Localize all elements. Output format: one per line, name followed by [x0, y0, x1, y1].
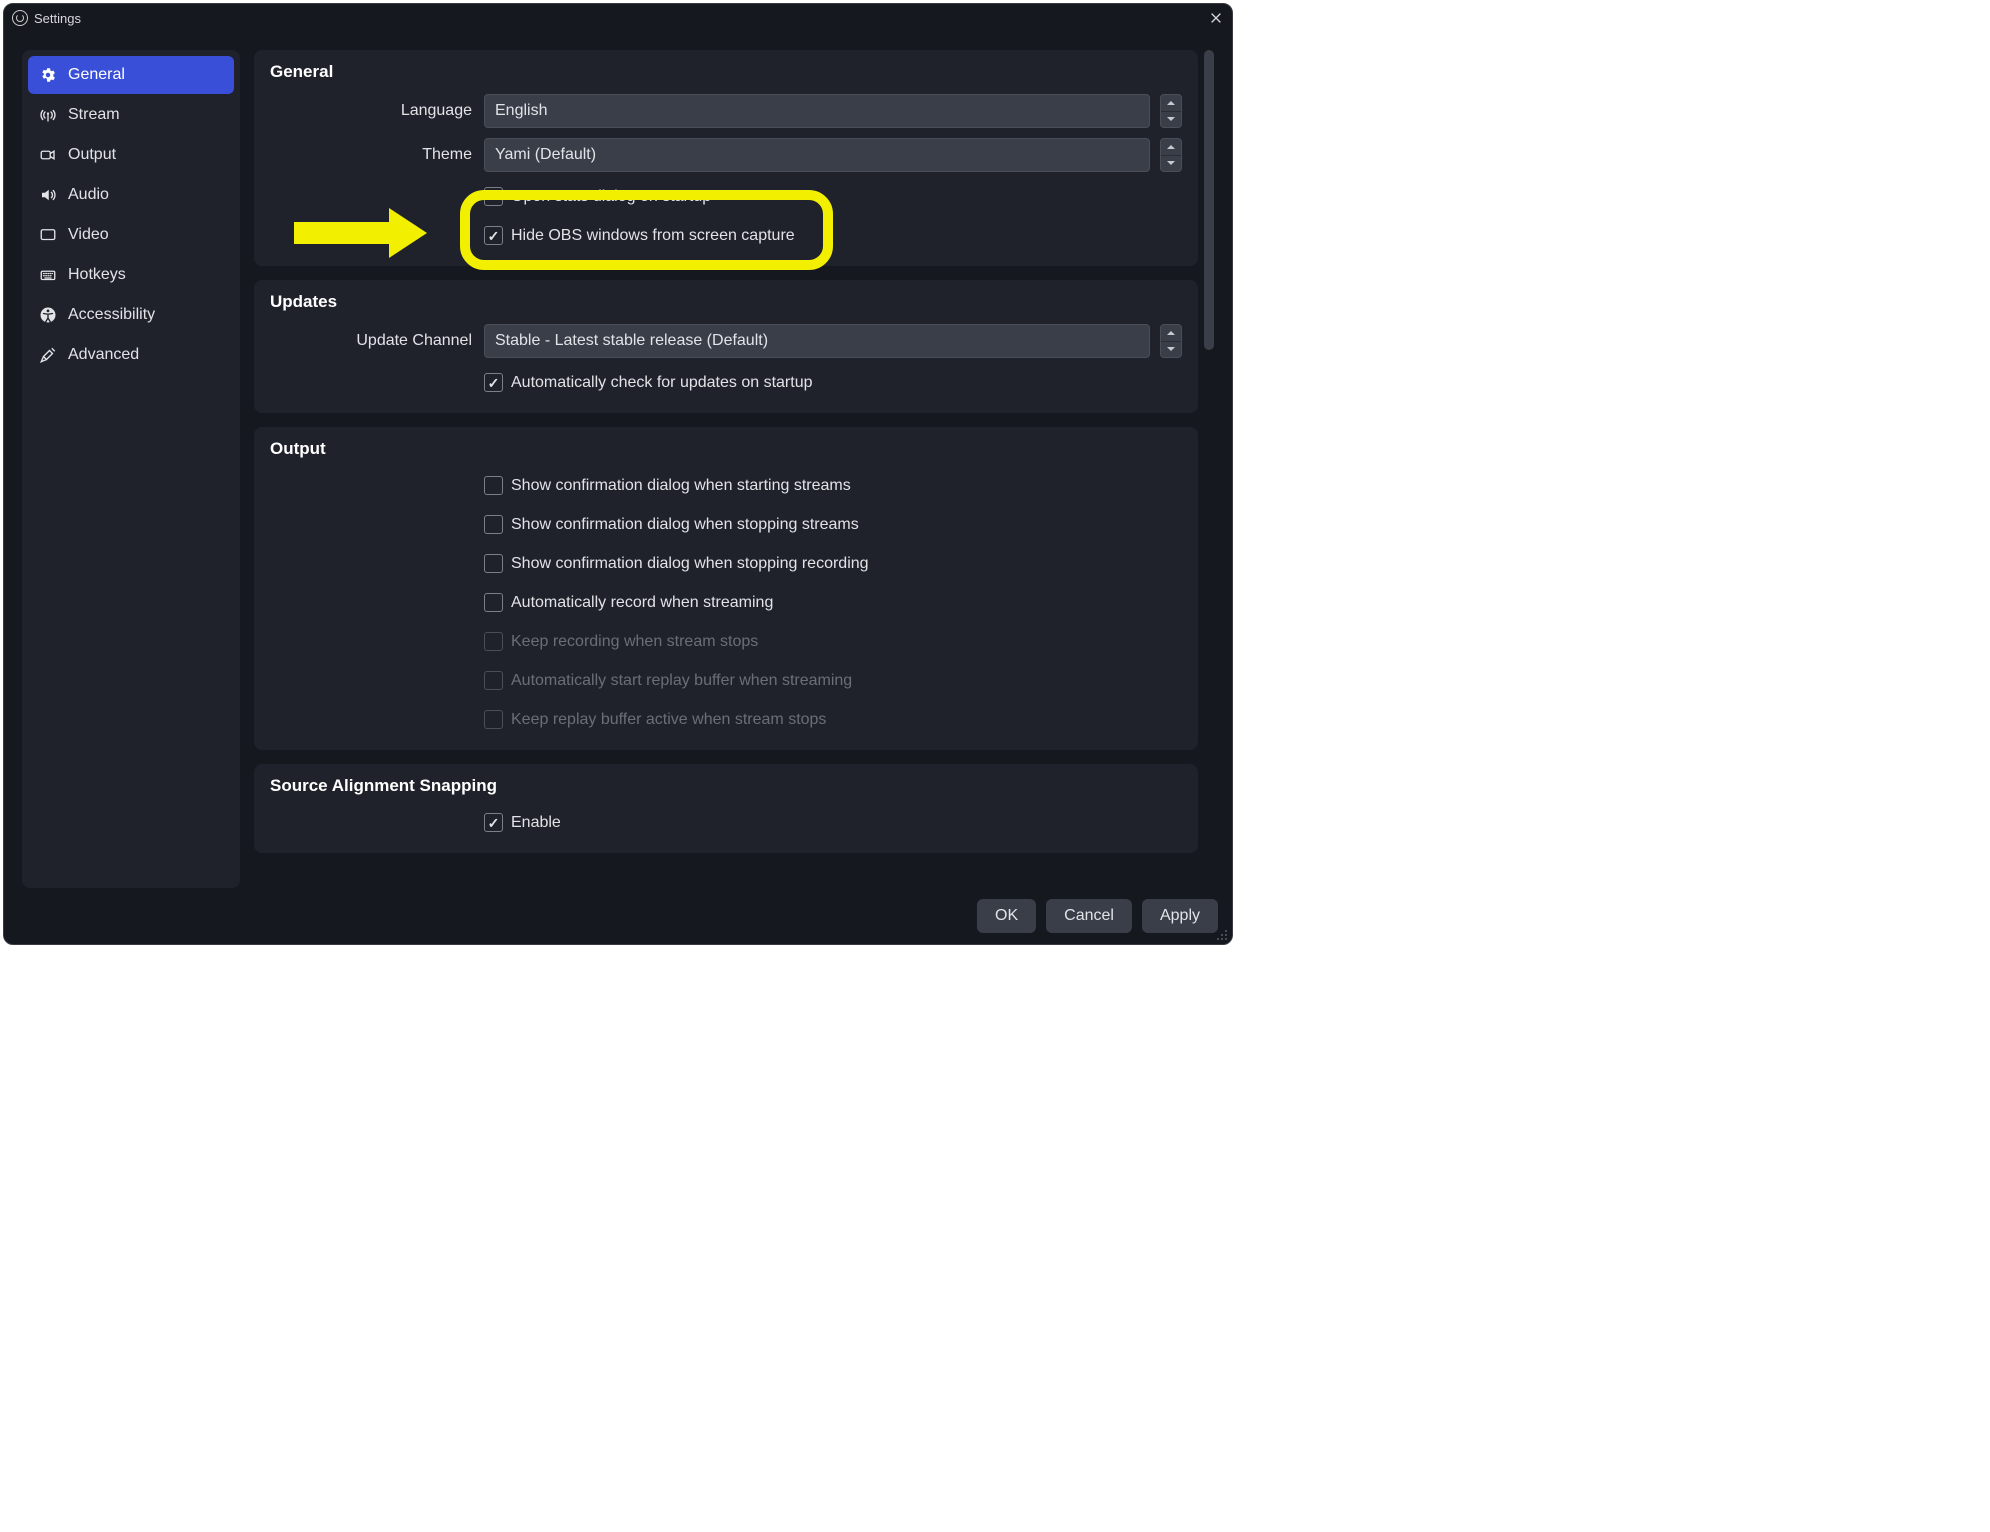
confirm-start-stream-option[interactable]: Show confirmation dialog when starting s…	[484, 471, 851, 500]
scrollbar-thumb[interactable]	[1204, 50, 1214, 350]
gear-icon	[38, 65, 58, 85]
auto-update-option[interactable]: Automatically check for updates on start…	[484, 368, 813, 397]
section-title: Source Alignment Snapping	[270, 776, 1182, 796]
hide-obs-checkbox[interactable]	[484, 226, 503, 245]
theme-value: Yami (Default)	[495, 146, 596, 164]
auto-update-label: Automatically check for updates on start…	[511, 374, 813, 392]
language-value: English	[495, 102, 547, 120]
sidebar-item-general[interactable]: General	[28, 56, 234, 94]
hide-obs-option[interactable]: Hide OBS windows from screen capture	[484, 221, 795, 250]
theme-select[interactable]: Yami (Default)	[484, 138, 1150, 172]
auto-record-checkbox[interactable]	[484, 593, 503, 612]
monitor-icon	[38, 225, 58, 245]
keep-replay-buffer-option: Keep replay buffer active when stream st…	[484, 705, 826, 734]
open-stats-label: Open stats dialog on startup	[511, 188, 711, 206]
keyboard-icon	[38, 265, 58, 285]
scrollbar[interactable]	[1204, 50, 1214, 888]
sidebar-item-hotkeys[interactable]: Hotkeys	[28, 256, 234, 294]
speaker-icon	[38, 185, 58, 205]
option-label: Keep recording when stream stops	[511, 633, 758, 651]
update-channel-select[interactable]: Stable - Latest stable release (Default)	[484, 324, 1150, 358]
titlebar: Settings	[4, 4, 1232, 32]
section-snapping: Source Alignment Snapping Enable	[254, 764, 1198, 853]
sidebar-item-stream[interactable]: Stream	[28, 96, 234, 134]
option-label: Show confirmation dialog when starting s…	[511, 477, 851, 495]
auto-replay-buffer-option: Automatically start replay buffer when s…	[484, 666, 852, 695]
keep-recording-checkbox	[484, 632, 503, 651]
settings-content: General Language English Theme	[254, 50, 1198, 888]
language-spinner[interactable]	[1160, 94, 1182, 128]
theme-spinner[interactable]	[1160, 138, 1182, 172]
section-title: General	[270, 62, 1182, 82]
sidebar-item-label: Stream	[68, 106, 120, 124]
confirm-start-stream-checkbox[interactable]	[484, 476, 503, 495]
auto-record-option[interactable]: Automatically record when streaming	[484, 588, 773, 617]
sidebar-item-output[interactable]: Output	[28, 136, 234, 174]
auto-update-checkbox[interactable]	[484, 373, 503, 392]
sidebar-item-accessibility[interactable]: Accessibility	[28, 296, 234, 334]
update-channel-value: Stable - Latest stable release (Default)	[495, 332, 768, 350]
section-general: General Language English Theme	[254, 50, 1198, 266]
ok-button[interactable]: OK	[977, 899, 1036, 933]
open-stats-checkbox[interactable]	[484, 187, 503, 206]
option-label: Automatically start replay buffer when s…	[511, 672, 852, 690]
snapping-enable-option[interactable]: Enable	[484, 808, 561, 837]
arrow-annotation	[294, 208, 427, 258]
option-label: Show confirmation dialog when stopping r…	[511, 555, 869, 573]
antenna-icon	[38, 105, 58, 125]
sidebar-item-audio[interactable]: Audio	[28, 176, 234, 214]
camera-icon	[38, 145, 58, 165]
update-channel-label: Update Channel	[270, 332, 484, 350]
settings-sidebar: General Stream Output Audio	[22, 50, 240, 888]
dialog-footer: OK Cancel Apply	[4, 888, 1232, 944]
tools-icon	[38, 345, 58, 365]
close-button[interactable]	[1206, 8, 1226, 28]
window-title: Settings	[34, 11, 81, 26]
keep-replay-buffer-checkbox	[484, 710, 503, 729]
settings-window: Settings General Stream	[3, 3, 1233, 945]
confirm-stop-recording-checkbox[interactable]	[484, 554, 503, 573]
section-updates: Updates Update Channel Stable - Latest s…	[254, 280, 1198, 413]
option-label: Enable	[511, 814, 561, 832]
language-label: Language	[270, 102, 484, 120]
keep-recording-option: Keep recording when stream stops	[484, 627, 758, 656]
update-channel-spinner[interactable]	[1160, 324, 1182, 358]
obs-logo-icon	[12, 10, 28, 26]
sidebar-item-label: Advanced	[68, 346, 139, 364]
confirm-stop-stream-checkbox[interactable]	[484, 515, 503, 534]
option-label: Automatically record when streaming	[511, 594, 773, 612]
snapping-enable-checkbox[interactable]	[484, 813, 503, 832]
sidebar-item-label: Output	[68, 146, 116, 164]
hide-obs-label: Hide OBS windows from screen capture	[511, 227, 795, 245]
theme-label: Theme	[270, 146, 484, 164]
option-label: Keep replay buffer active when stream st…	[511, 711, 826, 729]
sidebar-item-label: Video	[68, 226, 109, 244]
accessibility-icon	[38, 305, 58, 325]
apply-button[interactable]: Apply	[1142, 899, 1218, 933]
cancel-button[interactable]: Cancel	[1046, 899, 1132, 933]
open-stats-option[interactable]: Open stats dialog on startup	[484, 182, 711, 211]
sidebar-item-label: Hotkeys	[68, 266, 126, 284]
confirm-stop-stream-option[interactable]: Show confirmation dialog when stopping s…	[484, 510, 859, 539]
sidebar-item-advanced[interactable]: Advanced	[28, 336, 234, 374]
section-output: Output Show confirmation dialog when sta…	[254, 427, 1198, 750]
resize-grip[interactable]	[1216, 928, 1228, 940]
option-label: Show confirmation dialog when stopping s…	[511, 516, 859, 534]
sidebar-item-video[interactable]: Video	[28, 216, 234, 254]
auto-replay-buffer-checkbox	[484, 671, 503, 690]
sidebar-item-label: General	[68, 66, 125, 84]
sidebar-item-label: Accessibility	[68, 306, 155, 324]
sidebar-item-label: Audio	[68, 186, 109, 204]
language-select[interactable]: English	[484, 94, 1150, 128]
confirm-stop-recording-option[interactable]: Show confirmation dialog when stopping r…	[484, 549, 869, 578]
section-title: Output	[270, 439, 1182, 459]
section-title: Updates	[270, 292, 1182, 312]
